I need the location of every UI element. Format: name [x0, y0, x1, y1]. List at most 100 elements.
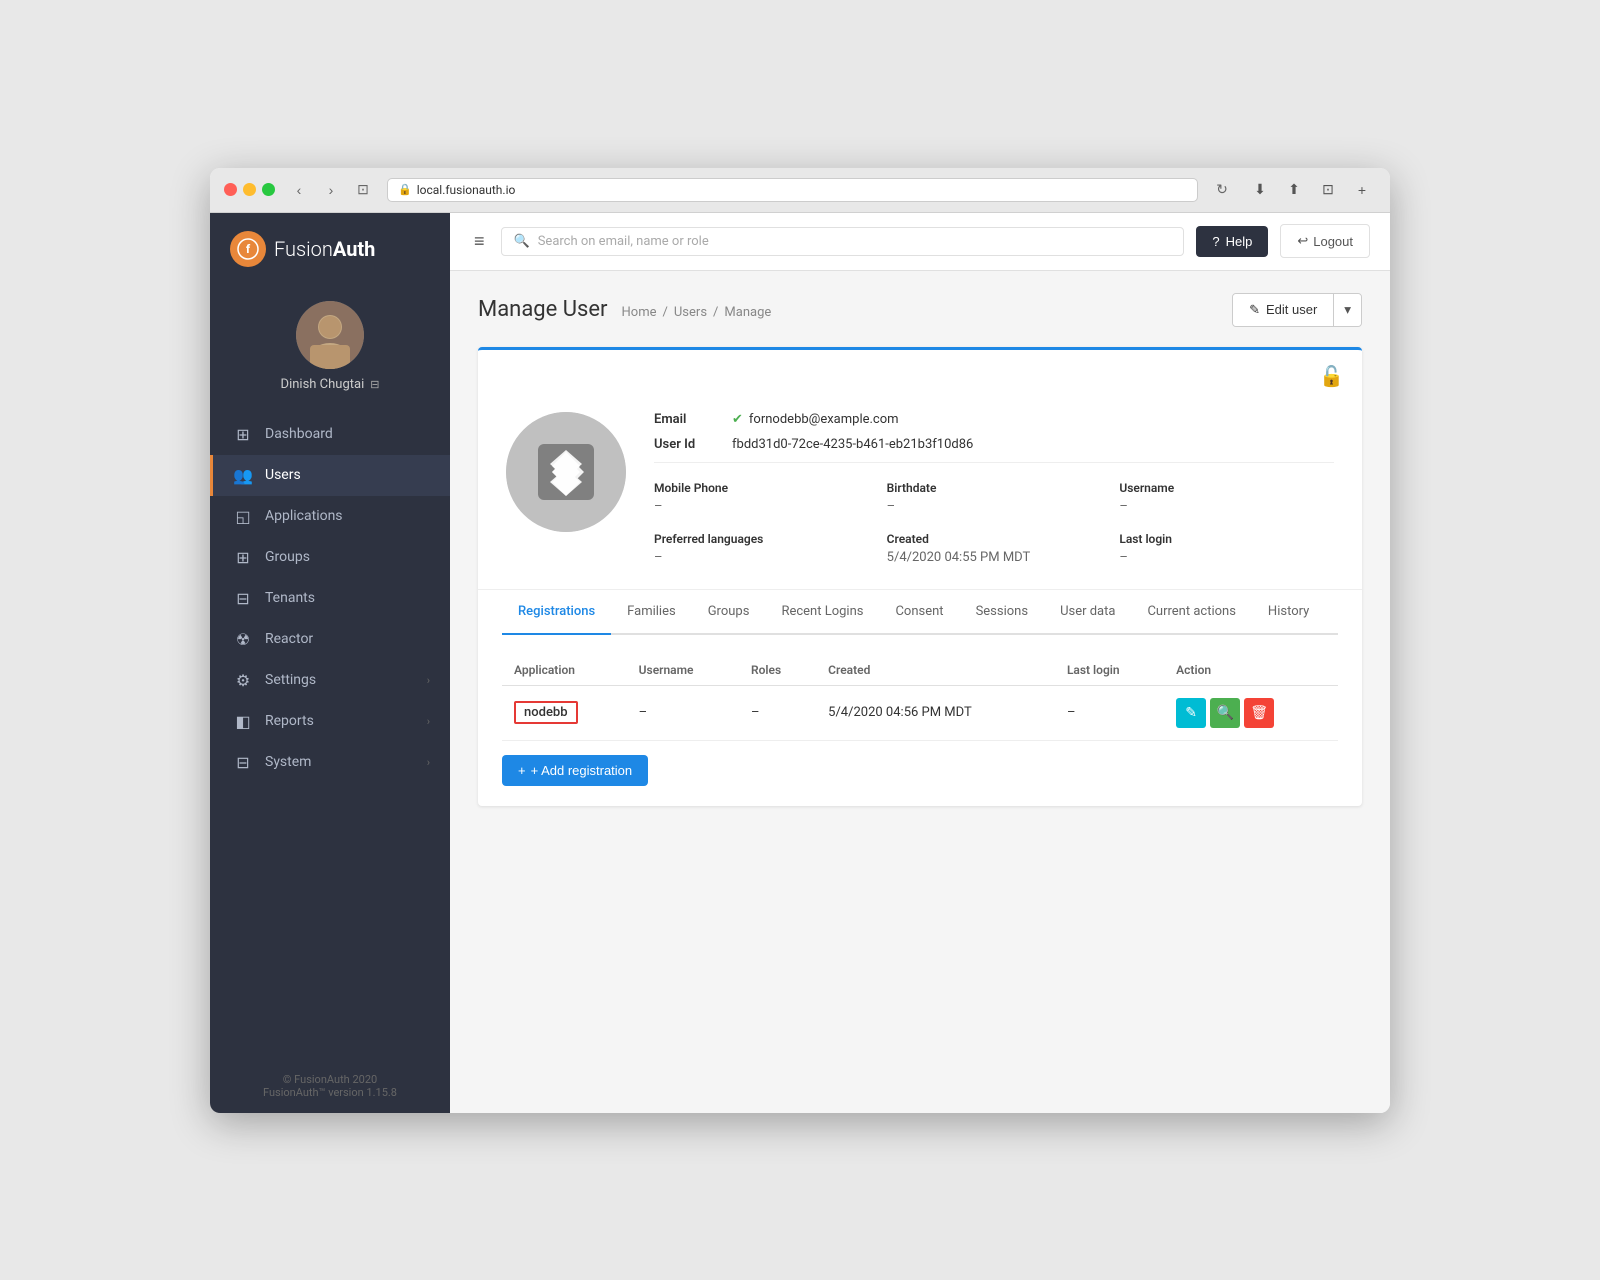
sidebar-item-tenants[interactable]: ⊟ Tenants [210, 578, 450, 619]
col-application: Application [502, 655, 627, 686]
lock-icon: 🔒 [398, 183, 412, 196]
birthdate-value: – [887, 499, 1102, 514]
email-text: fornodebb@example.com [749, 412, 899, 427]
tabs-section: Registrations Families Groups Recent Log… [478, 590, 1362, 806]
forward-button[interactable]: › [317, 178, 345, 202]
sidebar-item-system[interactable]: ⊟ System › [210, 742, 450, 783]
url-text: local.fusionauth.io [417, 183, 516, 197]
sidebar-item-reports[interactable]: ◧ Reports › [210, 701, 450, 742]
preferred-languages-field: Preferred languages – [654, 532, 869, 565]
sidebar-item-users[interactable]: 👥 Users [210, 455, 450, 496]
unlock-icon: 🔓 [478, 350, 1362, 388]
view-registration-button[interactable]: 🔍 [1210, 698, 1240, 728]
sidebar-label-system: System [265, 754, 311, 770]
logo-text: FusionAuth [274, 237, 375, 261]
tab-sessions[interactable]: Sessions [960, 590, 1045, 635]
maximize-traffic-light[interactable] [262, 183, 275, 196]
settings-arrow-icon: › [427, 674, 430, 687]
info-separator [654, 462, 1334, 463]
sidebar-profile: Dinish Chugtai ⊟ [210, 285, 450, 408]
user-fields-grid: Mobile Phone – Birthdate – Username – [654, 473, 1334, 565]
tab-registrations[interactable]: Registrations [502, 590, 611, 635]
logout-label: Logout [1313, 234, 1353, 249]
profile-icon: ⊟ [370, 378, 379, 391]
user-card: 🔓 [478, 347, 1362, 806]
help-button[interactable]: ? Help [1196, 226, 1268, 257]
tab-button[interactable]: ⊡ [1314, 178, 1342, 202]
registrations-table: Application Username Roles Created Last … [502, 655, 1338, 741]
page-content: Manage User Home / Users / Manage ✎ Edit [450, 271, 1390, 1113]
help-icon: ? [1212, 234, 1219, 249]
edit-button-group: ✎ Edit user ▾ [1232, 293, 1362, 327]
refresh-button[interactable]: ↻ [1208, 178, 1236, 202]
address-bar[interactable]: 🔒 local.fusionauth.io [387, 178, 1198, 202]
edit-registration-button[interactable]: ✎ [1176, 698, 1206, 728]
svg-text:f: f [246, 242, 251, 256]
search-box[interactable]: 🔍 Search on email, name or role [501, 227, 1185, 256]
footer-line2: FusionAuth™ version 1.15.8 [230, 1086, 430, 1099]
sidebar-item-dashboard[interactable]: ⊞ Dashboard [210, 414, 450, 455]
traffic-lights [224, 183, 275, 196]
reader-view-button[interactable]: ⊡ [349, 178, 377, 202]
sidebar-label-groups: Groups [265, 549, 310, 565]
new-tab-button[interactable]: + [1348, 178, 1376, 202]
profile-name: Dinish Chugtai ⊟ [281, 377, 380, 392]
userid-value: fbdd31d0-72ce-4235-b461-eb21b3f10d86 [732, 437, 973, 452]
breadcrumb: Home / Users / Manage [622, 305, 772, 320]
logout-button[interactable]: ↩ Logout [1280, 224, 1370, 258]
share-button[interactable]: ⬆ [1280, 178, 1308, 202]
email-label: Email [654, 412, 724, 427]
sidebar-item-reactor[interactable]: ☢ Reactor [210, 619, 450, 660]
download-button[interactable]: ⬇ [1246, 178, 1274, 202]
sidebar-item-settings[interactable]: ⚙ Settings › [210, 660, 450, 701]
email-value: ✔ fornodebb@example.com [732, 412, 899, 427]
tab-recent-logins[interactable]: Recent Logins [765, 590, 879, 635]
verified-icon: ✔ [732, 412, 743, 427]
logo-icon: f [230, 231, 266, 267]
breadcrumb-home[interactable]: Home [622, 305, 657, 320]
search-icon: 🔍 [514, 234, 530, 249]
browser-window: ‹ › ⊡ 🔒 local.fusionauth.io ↻ ⬇ ⬆ ⊡ + f [210, 168, 1390, 1113]
sidebar-logo: f FusionAuth [210, 213, 450, 285]
app-name-nodebb: nodebb [514, 701, 578, 724]
delete-registration-button[interactable]: 🗑 [1244, 698, 1274, 728]
tab-consent[interactable]: Consent [879, 590, 959, 635]
tab-current-actions[interactable]: Current actions [1131, 590, 1251, 635]
tab-user-data[interactable]: User data [1044, 590, 1131, 635]
sidebar-label-users: Users [265, 467, 301, 483]
mobile-phone-value: – [654, 499, 869, 514]
top-bar: ≡ 🔍 Search on email, name or role ? Help… [450, 213, 1390, 271]
sidebar-item-groups[interactable]: ⊞ Groups [210, 537, 450, 578]
browser-nav: ‹ › ⊡ [285, 178, 377, 202]
col-created: Created [816, 655, 1055, 686]
tab-groups[interactable]: Groups [692, 590, 766, 635]
edit-user-button[interactable]: ✎ Edit user [1233, 294, 1333, 326]
users-icon: 👥 [233, 466, 253, 485]
sidebar-label-tenants: Tenants [265, 590, 315, 606]
preferred-languages-label: Preferred languages [654, 532, 869, 546]
back-button[interactable]: ‹ [285, 178, 313, 202]
sidebar-label-applications: Applications [265, 508, 343, 524]
userid-label: User Id [654, 437, 724, 452]
breadcrumb-current: Manage [724, 305, 771, 320]
sidebar-menu: ⊞ Dashboard 👥 Users ◱ Applications ⊞ Gro… [210, 408, 450, 1059]
close-traffic-light[interactable] [224, 183, 237, 196]
tab-history[interactable]: History [1252, 590, 1325, 635]
col-action: Action [1164, 655, 1338, 686]
hamburger-button[interactable]: ≡ [470, 227, 489, 256]
col-roles: Roles [739, 655, 816, 686]
add-registration-button[interactable]: + + Add registration [502, 755, 648, 786]
edit-user-dropdown[interactable]: ▾ [1333, 294, 1361, 326]
minimize-traffic-light[interactable] [243, 183, 256, 196]
page-title: Manage User [478, 297, 608, 322]
sidebar: f FusionAuth [210, 213, 450, 1113]
browser-actions: ⬇ ⬆ ⊡ + [1246, 178, 1376, 202]
username-label: Username [1119, 481, 1334, 495]
system-arrow-icon: › [427, 756, 430, 769]
tab-content-registrations: Application Username Roles Created Last … [502, 635, 1338, 806]
breadcrumb-users[interactable]: Users [674, 305, 707, 320]
sidebar-item-applications[interactable]: ◱ Applications [210, 496, 450, 537]
username-field: Username – [1119, 481, 1334, 514]
tab-families[interactable]: Families [611, 590, 692, 635]
cell-last-login: – [1055, 685, 1164, 740]
